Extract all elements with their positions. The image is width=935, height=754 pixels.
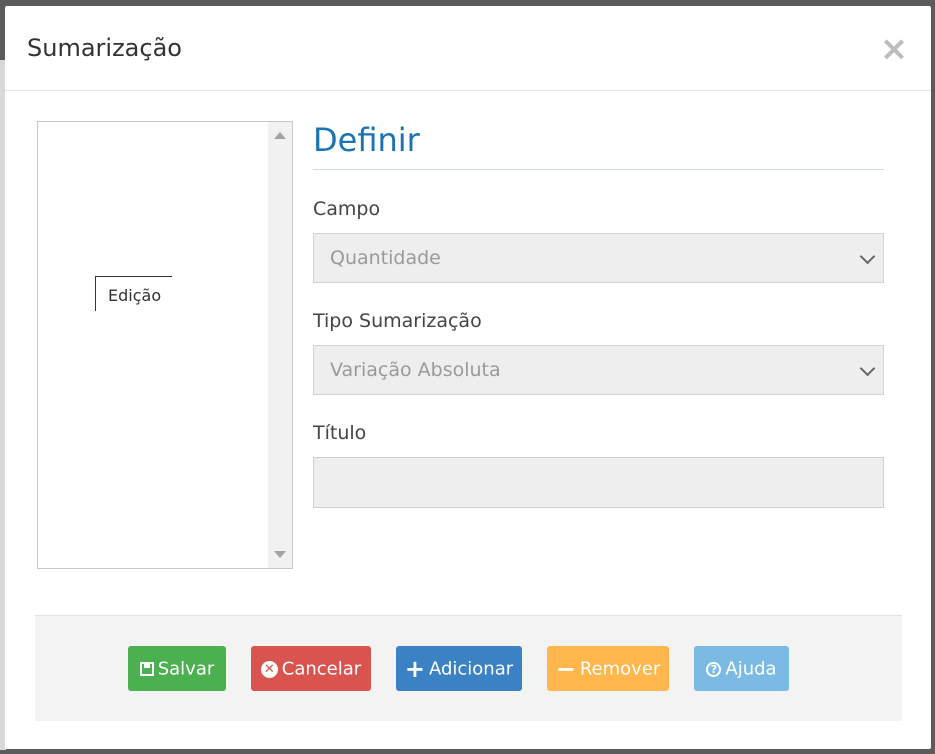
plus-icon: +: [404, 655, 425, 683]
cancel-button[interactable]: ✕ Cancelar: [251, 646, 371, 691]
chevron-down-icon: [859, 360, 876, 377]
campo-select-value: Quantidade: [330, 247, 441, 269]
tree-panel[interactable]: Edição: [37, 121, 293, 569]
section-title: Definir: [313, 121, 420, 159]
remove-button[interactable]: − Remover: [547, 646, 669, 691]
modal-footer: Salvar ✕ Cancelar + Adicionar − Remover ? Aj…: [35, 615, 902, 721]
section-divider: [313, 169, 884, 170]
tipo-sumarizacao-value: Variação Absoluta: [330, 359, 501, 381]
x-circle-icon: ✕: [260, 660, 278, 678]
tipo-sumarizacao-select[interactable]: Variação Absoluta: [313, 345, 884, 395]
floppy-disk-icon: [139, 662, 154, 676]
scroll-down-icon[interactable]: [274, 551, 286, 558]
minus-icon: −: [555, 655, 576, 683]
tree-scrollbar[interactable]: [268, 122, 292, 568]
question-circle-icon: ?: [706, 661, 722, 677]
close-icon[interactable]: ×: [879, 32, 909, 66]
summarization-modal: Sumarização × Edição Definir Campo Quant…: [5, 6, 931, 749]
tipo-sumarizacao-label: Tipo Sumarização: [313, 310, 482, 332]
titulo-input[interactable]: [313, 457, 884, 508]
save-button-label: Salvar: [157, 658, 215, 680]
campo-select[interactable]: Quantidade: [313, 233, 884, 283]
scroll-up-icon[interactable]: [274, 132, 286, 139]
campo-label: Campo: [313, 198, 381, 220]
modal-header: Sumarização ×: [5, 6, 931, 91]
help-button[interactable]: ? Ajuda: [694, 646, 789, 691]
help-button-label: Ajuda: [725, 658, 777, 680]
save-button[interactable]: Salvar: [128, 646, 226, 691]
cancel-button-label: Cancelar: [281, 658, 362, 680]
modal-title: Sumarização: [27, 34, 182, 62]
add-button[interactable]: + Adicionar: [396, 646, 522, 691]
tree-node-edicao[interactable]: Edição: [95, 276, 172, 311]
add-button-label: Adicionar: [428, 658, 514, 680]
remove-button-label: Remover: [579, 658, 661, 680]
chevron-down-icon: [859, 248, 876, 265]
titulo-label: Título: [313, 422, 367, 444]
